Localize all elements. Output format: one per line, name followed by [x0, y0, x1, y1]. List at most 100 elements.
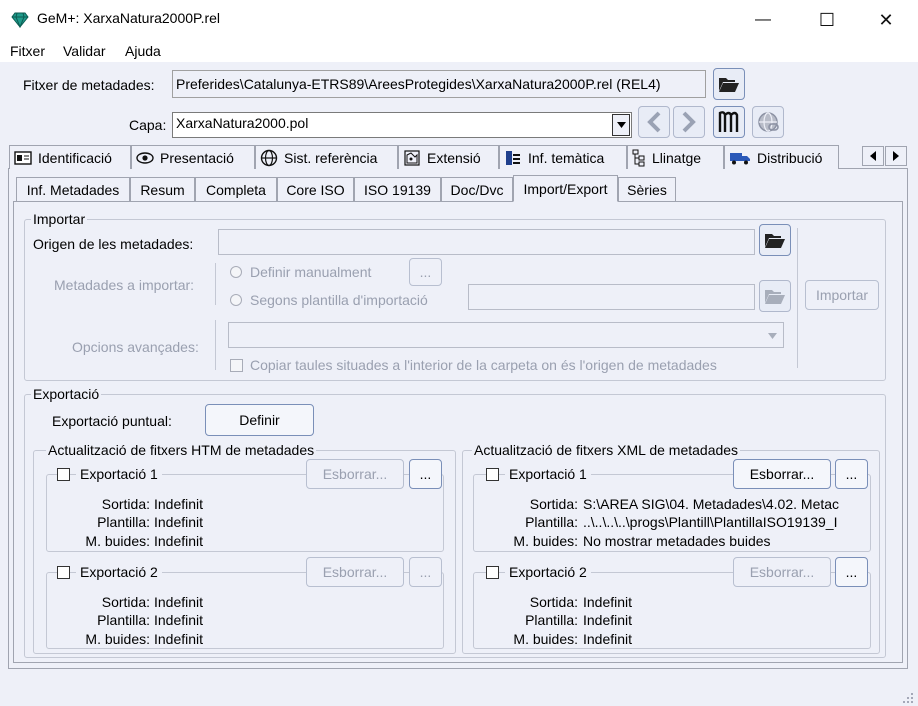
- xml-export1-empty-label: M. buides:: [513, 533, 578, 549]
- template-field[interactable]: [468, 284, 755, 310]
- tab-iso-19139[interactable]: ISO 19139: [354, 177, 441, 201]
- metadata-file-field[interactable]: Preferides\Catalunya-ETRS89\AreesProtegi…: [172, 70, 706, 98]
- htm-export2-output: Indefinit: [154, 594, 204, 610]
- close-button[interactable]: ✕: [863, 0, 909, 40]
- triangle-right-icon: [893, 151, 899, 161]
- layer-dropdown-button[interactable]: [612, 114, 630, 136]
- maximize-button[interactable]: ☐: [804, 0, 850, 40]
- import-separator: [797, 228, 798, 368]
- manual-radio[interactable]: [230, 266, 242, 278]
- define-button[interactable]: Definir: [205, 404, 314, 436]
- htm-export1-output: Indefinit: [154, 496, 204, 512]
- htm-export1-output-label: Sortida:: [101, 496, 150, 512]
- window-title: GeM+: XarxaNatura2000P.rel: [37, 10, 221, 26]
- menu-fitxer[interactable]: Fitxer: [10, 43, 45, 59]
- htm-export2-template: Indefinit: [154, 612, 204, 628]
- open-metadata-button[interactable]: [713, 68, 745, 100]
- template-radio[interactable]: [230, 294, 242, 306]
- xml-export2-empty-label: M. buides:: [513, 631, 578, 647]
- advanced-select[interactable]: [228, 322, 784, 348]
- next-layer-button[interactable]: [673, 106, 705, 138]
- tab-identificacio[interactable]: Identificació: [9, 145, 131, 169]
- tab-completa[interactable]: Completa: [195, 177, 277, 201]
- open-origin-button[interactable]: [759, 224, 791, 256]
- xml-export2-delete-button[interactable]: Esborrar...: [733, 557, 831, 587]
- menu-validar[interactable]: Validar: [63, 43, 106, 59]
- tab-distribucio-label: Distribució: [757, 149, 823, 166]
- globe-icon: [260, 149, 278, 166]
- tab-inf-metadades[interactable]: Inf. Metadades: [16, 177, 130, 201]
- resize-grip-icon[interactable]: [900, 690, 914, 704]
- import-group-title: Importar: [31, 211, 88, 227]
- tab-core-iso[interactable]: Core ISO: [277, 177, 354, 201]
- open-template-button[interactable]: [759, 280, 791, 312]
- folder-open-icon: [765, 290, 785, 304]
- xml-export1-output: S:\AREA SIG\04. Metadades\4.02. Metac: [583, 496, 840, 512]
- htm-export1-template-label: Plantilla:: [97, 514, 150, 530]
- xml-export2-checkbox[interactable]: [486, 566, 499, 579]
- chevron-down-icon: [616, 122, 626, 128]
- copy-tables-label: Copiar taules situades a l'interior de l…: [250, 357, 717, 373]
- tab-resum[interactable]: Resum: [130, 177, 195, 201]
- htm-export2-delete-button[interactable]: Esborrar...: [306, 557, 404, 587]
- minimize-icon: —: [755, 11, 771, 28]
- layer-label: Capa:: [129, 117, 167, 133]
- xml-export2-template: Indefinit: [583, 612, 633, 628]
- xml-export1-ellipsis-button[interactable]: ...: [835, 459, 868, 489]
- tab-distribucio[interactable]: Distribució: [724, 145, 839, 169]
- xml-export1-output-label: Sortida:: [529, 496, 578, 512]
- previous-layer-button[interactable]: [638, 106, 670, 138]
- tab-sist-referencia-label: Sist. referència: [284, 149, 378, 166]
- tab-llinatge-label: Llinatge: [652, 149, 702, 166]
- xml-export2-empty: Indefinit: [583, 631, 633, 647]
- globe-link-button[interactable]: [752, 106, 784, 138]
- copy-tables-checkbox[interactable]: [230, 359, 243, 372]
- tab-presentacio[interactable]: Presentació: [131, 145, 255, 169]
- miramon-icon: [718, 111, 739, 132]
- htm-export1-ellipsis-button[interactable]: ...: [409, 459, 442, 489]
- tab-llinatge[interactable]: Llinatge: [627, 145, 724, 169]
- advanced-label: Opcions avançades:: [72, 339, 199, 355]
- htm-export1-template: Indefinit: [154, 514, 204, 530]
- punctual-label: Exportació puntual:: [52, 413, 172, 429]
- htm-export1-checkbox[interactable]: [57, 468, 70, 481]
- menu-ajuda[interactable]: Ajuda: [125, 43, 161, 59]
- import-button[interactable]: Importar: [805, 280, 879, 310]
- tab-extensio-label: Extensió: [427, 149, 481, 166]
- eye-icon: [136, 151, 154, 164]
- htm-export2-checkbox[interactable]: [57, 566, 70, 579]
- tab-extensio[interactable]: Extensió: [398, 145, 499, 169]
- tab-doc-dvc[interactable]: Doc/Dvc: [441, 177, 513, 201]
- to-import-bracket: [215, 263, 216, 305]
- manual-ellipsis-button[interactable]: ...: [409, 258, 442, 286]
- to-import-label: Metadades a importar:: [54, 277, 195, 293]
- layer-select[interactable]: XarxaNatura2000.pol: [172, 112, 632, 138]
- tab-inf-tematica[interactable]: Inf. temàtica: [499, 145, 627, 169]
- xml-export1-checkbox[interactable]: [486, 468, 499, 481]
- xml-export2-output-label: Sortida:: [529, 594, 578, 610]
- minimize-button[interactable]: —: [740, 0, 786, 40]
- xml-export1-delete-button[interactable]: Esborrar...: [733, 459, 831, 489]
- htm-export1-delete-button[interactable]: Esborrar...: [306, 459, 404, 489]
- tab-series[interactable]: Sèries: [618, 177, 676, 201]
- tab-import-export[interactable]: Import/Export: [513, 175, 618, 202]
- origin-field[interactable]: [218, 229, 755, 255]
- tab-sist-referencia[interactable]: Sist. referència: [255, 145, 398, 169]
- advanced-bracket: [215, 320, 216, 370]
- htm-export1-empty-label: M. buides:: [85, 533, 150, 549]
- htm-export2-ellipsis-button[interactable]: ...: [409, 557, 442, 587]
- triangle-left-icon: [870, 151, 876, 161]
- globe-link-icon: [758, 112, 779, 132]
- origin-label: Origen de les metadades:: [33, 236, 194, 252]
- chevron-down-icon: [768, 332, 777, 339]
- miramon-button[interactable]: [713, 106, 745, 138]
- tab-inf-tematica-label: Inf. temàtica: [528, 149, 605, 166]
- htm-export2-output-label: Sortida:: [101, 594, 150, 610]
- arrow-left-icon: [647, 111, 661, 133]
- close-icon: ✕: [878, 9, 894, 30]
- advanced-dropdown[interactable]: [764, 326, 781, 345]
- tabs-scroll-left[interactable]: [862, 146, 884, 166]
- tabs-scroll-right[interactable]: [885, 146, 907, 166]
- xml-export1-template: ..\..\..\..\progs\Plantill\PlantillaISO1…: [583, 514, 838, 530]
- xml-export2-ellipsis-button[interactable]: ...: [835, 557, 868, 587]
